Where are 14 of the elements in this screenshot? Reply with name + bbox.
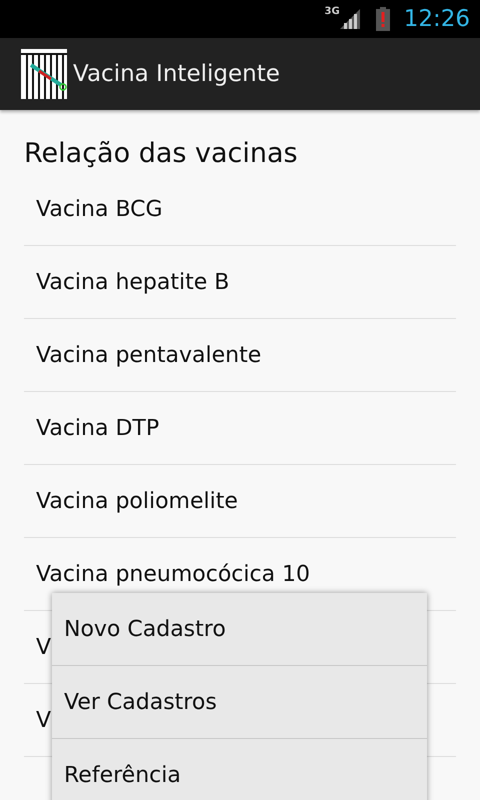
- menu-item[interactable]: Referência: [52, 739, 427, 800]
- vaccine-list-item[interactable]: Vacina pentavalente: [24, 319, 456, 392]
- vaccine-list-item[interactable]: Vacina BCG: [24, 173, 456, 246]
- app-title: Vacina Inteligente: [73, 61, 280, 87]
- menu-item[interactable]: Novo Cadastro: [52, 593, 427, 666]
- signal-icon: [340, 9, 360, 29]
- vaccine-list-item[interactable]: Vacina poliomelite: [24, 465, 456, 538]
- menu-item[interactable]: Ver Cadastros: [52, 666, 427, 739]
- vaccine-list-item[interactable]: Vacina hepatite B: [24, 246, 456, 319]
- clock: 12:26: [404, 6, 470, 32]
- vaccine-list-item[interactable]: Vacina DTP: [24, 392, 456, 465]
- app-icon: [21, 49, 67, 99]
- network-type: 3G: [324, 6, 340, 17]
- list-heading: Relação das vacinas: [24, 138, 299, 171]
